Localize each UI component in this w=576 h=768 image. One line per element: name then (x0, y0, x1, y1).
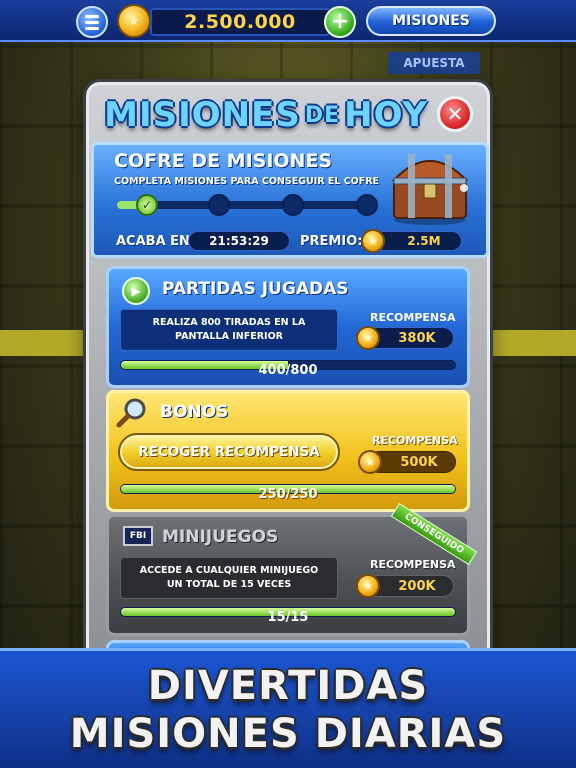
promo-footer: DIVERTIDAS MISIONES DIARIAS (0, 648, 576, 768)
coin-balance: 2.500.000 (150, 8, 330, 36)
ends-timer: 21:53:29 (188, 231, 290, 251)
mission-progress-text: 15/15 (267, 610, 309, 625)
ends-label: ACABA EN: (116, 234, 196, 249)
reward-label: RECOMPENSA (370, 558, 456, 571)
prize-label: PREMIO: (300, 234, 363, 249)
chest-step-2 (208, 194, 230, 216)
panel-title-end: HOY (344, 95, 428, 135)
treasure-chest-icon (391, 154, 469, 225)
reward-label: RECOMPENSA (372, 434, 458, 447)
play-icon: ▶ (122, 277, 150, 305)
fbi-badge-icon: FBI (123, 526, 153, 546)
panel-title-main: MISIONES (104, 95, 301, 135)
menu-icon[interactable] (76, 6, 108, 38)
prize-coin-icon: ★ (361, 229, 385, 253)
panel-title-de: DE (304, 102, 341, 128)
coin-icon: ★ (117, 4, 151, 38)
bet-tab: APUESTA (388, 52, 480, 74)
chest-step-4 (356, 194, 378, 216)
magnifier-icon (116, 398, 146, 428)
prize-value: 2.5M (374, 231, 462, 251)
add-coins-button[interactable]: + (324, 6, 356, 38)
promo-line-2: MISIONES DIARIAS (69, 711, 507, 757)
chest-step-3 (282, 194, 304, 216)
promo-line-1: DIVERTIDAS (147, 663, 429, 709)
mission-title: MINIJUEGOS (162, 527, 279, 547)
chest-title: COFRE DE MISIONES (114, 150, 333, 172)
mission-title: BONOS (160, 402, 229, 422)
collect-reward-button[interactable]: RECOGER RECOMPENSA (118, 433, 340, 471)
chest-step-1: ✓ (136, 194, 158, 216)
missions-button[interactable]: MISIONES (366, 6, 496, 36)
chest-description: COMPLETA MISIONES PARA CONSEGUIR EL COFR… (114, 176, 380, 187)
close-button[interactable]: ✕ (437, 96, 473, 132)
reward-coin-icon: ★ (358, 450, 382, 474)
top-bar: ★ 2.500.000 + MISIONES (0, 0, 576, 42)
mission-title: PARTIDAS JUGADAS (162, 279, 349, 299)
mission-progress-text: 400/800 (258, 363, 318, 378)
reward-coin-icon: ★ (356, 326, 380, 350)
reward-label: RECOMPENSA (370, 311, 456, 324)
mission-description: ACCEDE A CUALQUIER MINIJUEGO UN TOTAL DE… (120, 557, 338, 599)
mission-progress-text: 250/250 (258, 487, 318, 502)
mission-description: REALIZA 800 TIRADAS EN LA PANTALLA INFER… (120, 309, 338, 351)
panel-title: MISIONES DE HOY (96, 92, 436, 138)
reward-coin-icon: ★ (356, 574, 380, 598)
